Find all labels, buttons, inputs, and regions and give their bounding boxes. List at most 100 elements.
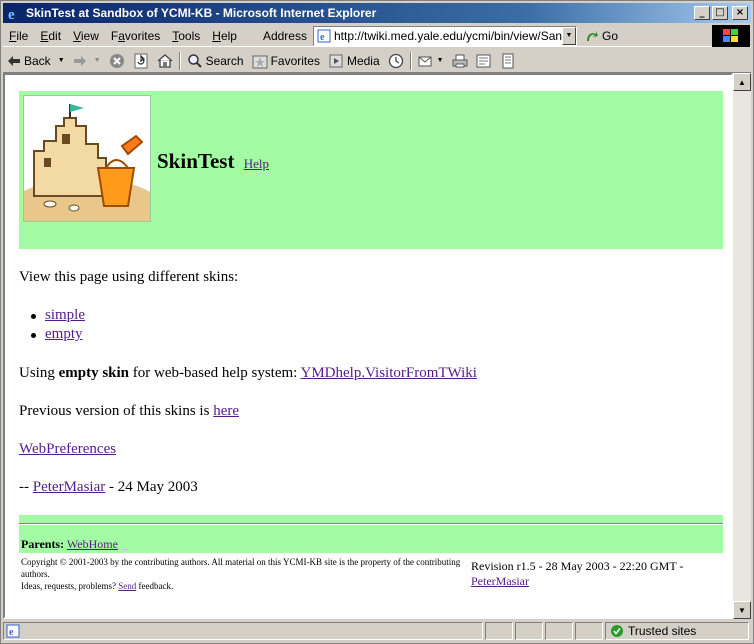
revision-author-link[interactable]: PeterMasiar bbox=[471, 574, 529, 588]
go-arrow-icon bbox=[586, 30, 598, 41]
menu-tools[interactable]: Tools bbox=[166, 29, 206, 43]
close-button[interactable]: × bbox=[732, 6, 748, 20]
go-label: Go bbox=[601, 28, 618, 43]
search-icon bbox=[187, 53, 202, 68]
menu-help[interactable]: Help bbox=[206, 29, 243, 43]
parents-line: Parents: WebHome bbox=[21, 537, 118, 552]
menu-favorites[interactable]: Favorites bbox=[105, 29, 166, 43]
title-bar[interactable]: e SkinTest at Sandbox of YCMI-KB - Micro… bbox=[3, 3, 751, 23]
stop-icon bbox=[109, 53, 124, 68]
list-item: empty bbox=[31, 326, 85, 345]
menu-help-rest: elp bbox=[220, 28, 237, 43]
address-label: Address bbox=[262, 28, 307, 43]
status-cell bbox=[485, 622, 513, 640]
menu-tools-rest: ools bbox=[178, 28, 201, 43]
toolbar-separator bbox=[409, 51, 412, 70]
webhome-link[interactable]: WebHome bbox=[67, 537, 118, 551]
forward-dropdown-icon[interactable]: ▼ bbox=[94, 57, 101, 64]
edit-button[interactable] bbox=[472, 50, 496, 72]
edit-icon bbox=[476, 54, 491, 67]
revision-info: Revision r1.5 - 28 May 2003 - 22:20 GMT … bbox=[471, 559, 711, 589]
print-button[interactable] bbox=[448, 50, 472, 72]
stop-button[interactable] bbox=[105, 50, 129, 72]
favorites-label: Favorites bbox=[270, 53, 320, 68]
ymdhelp-link[interactable]: YMDhelp.VisitorFromTWiki bbox=[301, 365, 477, 381]
menu-view-key: V bbox=[73, 28, 81, 43]
address-bar[interactable]: e http://twiki.med.yale.edu/ycmi/bin/vie… bbox=[312, 25, 577, 46]
forward-button[interactable]: ▼ bbox=[69, 50, 105, 72]
security-zone: Trusted sites bbox=[605, 622, 749, 640]
arrow-down-icon: ▼ bbox=[738, 605, 746, 615]
arrow-up-icon: ▲ bbox=[738, 77, 746, 87]
send-feedback-link[interactable]: Send bbox=[118, 581, 136, 591]
address-dropdown-button[interactable]: ▼ bbox=[561, 26, 576, 45]
refresh-button[interactable] bbox=[129, 50, 153, 72]
menu-edit[interactable]: Edit bbox=[34, 29, 67, 43]
windows-flag-icon bbox=[712, 25, 750, 47]
previous-paragraph: Previous version of this skins is here bbox=[19, 403, 239, 420]
media-button[interactable]: Media bbox=[324, 50, 384, 72]
favorites-star-icon bbox=[252, 55, 268, 68]
mail-button[interactable]: ▼ bbox=[414, 50, 448, 72]
back-button[interactable]: Back ▼ bbox=[3, 50, 69, 72]
printer-icon bbox=[452, 54, 468, 67]
previous-here-link[interactable]: here bbox=[213, 403, 239, 419]
copyright-line2: Ideas, requests, problems? Send feedback… bbox=[21, 580, 471, 592]
footer-divider bbox=[19, 523, 723, 525]
favorites-button[interactable]: Favorites bbox=[248, 50, 324, 72]
search-label: Search bbox=[205, 53, 244, 68]
menu-view-rest: iew bbox=[80, 28, 99, 43]
page-icon: e bbox=[317, 29, 331, 43]
window-title: SkinTest at Sandbox of YCMI-KB - Microso… bbox=[26, 6, 377, 20]
page-title-text: SkinTest bbox=[157, 149, 235, 173]
refresh-icon bbox=[134, 53, 148, 68]
menu-help-key: H bbox=[212, 28, 221, 43]
minimize-button[interactable]: _ bbox=[694, 6, 710, 20]
skin-link-simple[interactable]: simple bbox=[45, 307, 85, 323]
vertical-scrollbar[interactable]: ▲ ▼ bbox=[733, 73, 751, 619]
address-input[interactable]: http://twiki.med.yale.edu/ycmi/bin/view/… bbox=[334, 29, 562, 43]
menu-favorites-rest: vorites bbox=[124, 28, 161, 43]
discuss-button[interactable] bbox=[496, 50, 520, 72]
web-preferences-link[interactable]: WebPreferences bbox=[19, 441, 116, 457]
back-dropdown-icon[interactable]: ▼ bbox=[58, 57, 65, 64]
history-icon bbox=[388, 53, 403, 68]
maximize-button[interactable]: □ bbox=[712, 6, 728, 20]
svg-text:e: e bbox=[320, 32, 325, 43]
menu-bar: File Edit View Favorites Tools Help Addr… bbox=[3, 25, 751, 47]
forward-arrow-icon bbox=[73, 55, 86, 66]
signature-paragraph: -- PeterMasiar - 24 May 2003 bbox=[19, 479, 198, 496]
menu-file[interactable]: File bbox=[3, 29, 34, 43]
status-cell bbox=[545, 622, 573, 640]
using-paragraph: Using empty skin for web-based help syst… bbox=[19, 365, 477, 382]
status-bar: e Trusted sites bbox=[3, 621, 751, 641]
intro-text: View this page using different skins: bbox=[19, 269, 239, 285]
menu-view[interactable]: View bbox=[67, 29, 105, 43]
home-button[interactable] bbox=[153, 50, 177, 72]
history-button[interactable] bbox=[384, 50, 408, 72]
using-bold: empty skin bbox=[58, 365, 130, 381]
mail-dropdown-icon[interactable]: ▼ bbox=[437, 57, 444, 64]
scroll-down-button[interactable]: ▼ bbox=[733, 601, 751, 619]
menu-file-rest: ile bbox=[16, 28, 29, 43]
go-button[interactable]: Go bbox=[585, 29, 618, 43]
chevron-down-icon: ▼ bbox=[565, 32, 573, 39]
list-item: simple bbox=[31, 307, 85, 326]
parents-label: Parents: bbox=[21, 537, 65, 551]
header-band: SkinTest Help bbox=[19, 91, 723, 249]
using-prefix: Using bbox=[19, 365, 59, 381]
page-content: SkinTest Help View this page using diffe… bbox=[3, 73, 733, 619]
discuss-icon bbox=[502, 53, 514, 68]
svg-text:e: e bbox=[9, 627, 14, 638]
zone-label: Trusted sites bbox=[628, 624, 697, 638]
copyright-line1: Copyright © 2001-2003 by the contributin… bbox=[21, 557, 461, 579]
author-link[interactable]: PeterMasiar bbox=[33, 479, 105, 495]
signature-prefix: -- bbox=[19, 479, 33, 495]
scroll-up-button[interactable]: ▲ bbox=[733, 73, 751, 91]
search-button[interactable]: Search bbox=[183, 50, 248, 72]
revision-text: Revision r1.5 - 28 May 2003 - 22:20 GMT … bbox=[471, 559, 684, 573]
page-title: SkinTest Help bbox=[157, 149, 269, 174]
toolbar-separator bbox=[178, 51, 181, 70]
skin-link-empty[interactable]: empty bbox=[45, 326, 83, 342]
help-link[interactable]: Help bbox=[244, 156, 269, 171]
